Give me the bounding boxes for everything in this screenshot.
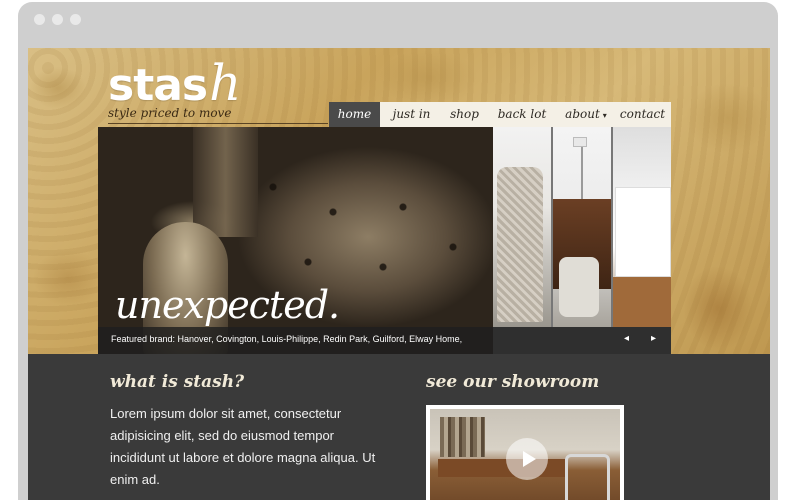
site-logo[interactable]: stash <box>108 58 241 111</box>
about-column: what is stash? Lorem ipsum dolor sit ame… <box>110 372 390 491</box>
nav-just-in[interactable]: just in <box>380 102 443 127</box>
slideshow-controls: ◂ ▸ <box>493 327 671 354</box>
chair-back-shape <box>193 127 258 237</box>
seat-shape <box>559 257 599 317</box>
thumbnail-chair[interactable] <box>493 127 551 327</box>
featured-caption-bar: Featured brand: Hanover, Covington, Loui… <box>98 327 493 354</box>
thumbnail-desk[interactable] <box>553 127 611 327</box>
featured-image[interactable]: unexpected. <box>98 127 493 354</box>
page-viewport: stash style priced to move home just in … <box>28 48 770 500</box>
nav-contact[interactable]: contact <box>614 102 671 127</box>
bookshelf-shape <box>440 417 485 457</box>
content-section: what is stash? Lorem ipsum dolor sit ame… <box>28 354 770 500</box>
featured-brand-caption: Featured brand: Hanover, Covington, Loui… <box>111 334 463 344</box>
nav-back-lot[interactable]: back lot <box>486 102 558 127</box>
bed-frame-shape <box>613 277 671 327</box>
thumbnail-bed[interactable] <box>613 127 671 327</box>
showroom-title: see our showroom <box>426 372 600 392</box>
about-body: Lorem ipsum dolor sit amet, consectetur … <box>110 406 376 487</box>
main-nav: home just in shop back lot about ▾ contac… <box>329 102 671 127</box>
showroom-column: see our showroom <box>426 372 630 500</box>
hero-headline: unexpected. <box>115 283 340 327</box>
lamp-shade-shape <box>573 137 587 147</box>
nav-about[interactable]: about ▾ <box>558 102 614 127</box>
next-arrow-icon[interactable]: ▸ <box>651 333 656 344</box>
video-chair-shape <box>565 454 610 500</box>
about-title: what is stash? <box>110 372 245 392</box>
logo-text: stas <box>108 60 208 111</box>
logo-accent: h <box>209 54 241 112</box>
tagline-divider <box>108 123 328 124</box>
video-desk-shape <box>438 459 568 477</box>
prev-arrow-icon[interactable]: ◂ <box>624 333 629 344</box>
chevron-down-icon: ▾ <box>602 111 607 120</box>
nav-home[interactable]: home <box>329 102 380 127</box>
nav-shop[interactable]: shop <box>443 102 486 127</box>
bed-shape <box>615 187 671 277</box>
play-icon[interactable] <box>506 438 548 480</box>
window-controls <box>34 14 81 25</box>
lamp-stem-shape <box>581 137 583 207</box>
site-tagline: style priced to move <box>108 106 232 120</box>
showroom-video[interactable] <box>426 405 624 500</box>
rattan-chair-shape <box>497 167 543 322</box>
window-minimize-dot[interactable] <box>52 14 63 25</box>
slideshow-thumbnails <box>493 127 671 327</box>
window-zoom-dot[interactable] <box>70 14 81 25</box>
video-thumbnail <box>430 409 620 500</box>
window-close-dot[interactable] <box>34 14 45 25</box>
nav-about-label: about <box>565 107 600 121</box>
